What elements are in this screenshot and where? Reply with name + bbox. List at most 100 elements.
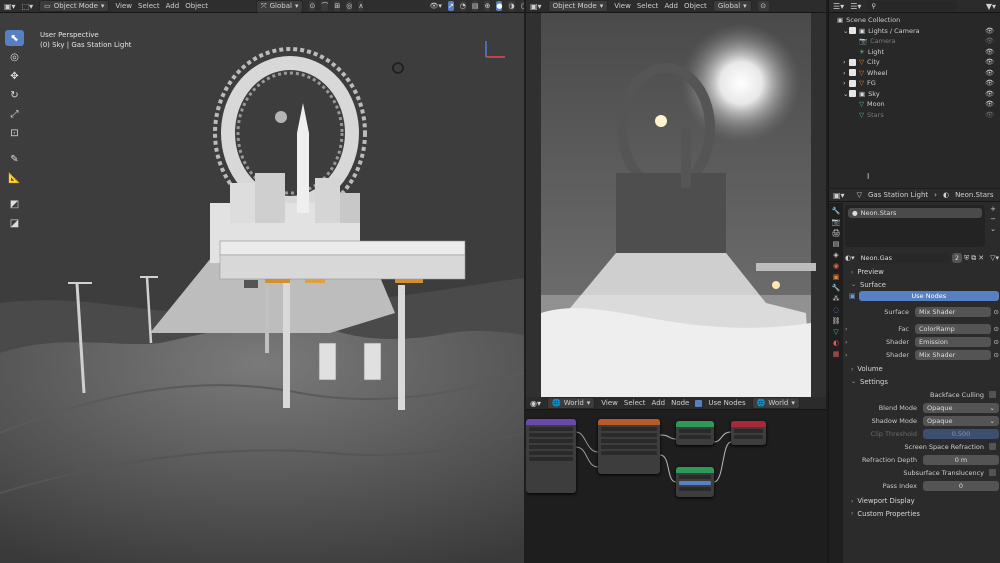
move-tool-icon[interactable]: ✥ (5, 68, 24, 84)
render-tab-icon[interactable]: 📷 (832, 218, 841, 226)
render-mode-dropdown[interactable]: Object Mode ▾ (547, 0, 609, 12)
menu-select[interactable]: Select (138, 2, 160, 10)
snap-target-icon[interactable]: ⊞ (334, 1, 341, 11)
rotate-tool-icon[interactable]: ↻ (5, 87, 24, 103)
render-menu-add[interactable]: Add (664, 2, 678, 10)
node-image-texture[interactable] (598, 419, 660, 474)
outliner-item[interactable]: ⌄ ▣ Sky 👁 (829, 89, 1000, 100)
annotate-tool-icon[interactable]: ✎ (5, 151, 24, 167)
falloff-icon[interactable]: ∧ (358, 1, 364, 11)
link-icon[interactable]: ⊙ (994, 308, 999, 316)
panel-viewport-display[interactable]: › Viewport Display (845, 495, 999, 508)
outliner-item[interactable]: › ▽ City 👁 (829, 57, 1000, 68)
subsurface-translucency-checkbox[interactable] (989, 469, 996, 476)
panel-preview[interactable]: › Preview (845, 266, 999, 279)
transform-tool-icon[interactable]: ⊡ (5, 125, 24, 141)
visibility-eye-icon[interactable]: 👁 (985, 111, 994, 119)
surface-input-field[interactable]: Emission (915, 336, 991, 347)
render-orientation-dropdown[interactable]: Global ▾ (712, 0, 752, 12)
shadow-mode-dropdown[interactable]: Opaque ⌄ (923, 415, 999, 426)
particles-tab-icon[interactable]: ⁂ (833, 295, 840, 303)
visibility-eye-icon[interactable]: 👁 (985, 90, 994, 98)
constraints-tab-icon[interactable]: ⛓ (832, 317, 841, 325)
duplicate-icon[interactable]: ⧉ (971, 254, 976, 263)
menu-view[interactable]: View (115, 2, 132, 10)
visibility-eye-icon[interactable]: 👁 (985, 69, 994, 77)
data-tab-icon[interactable]: ▽ (833, 328, 838, 336)
shading-solid-icon[interactable]: ● (496, 1, 503, 11)
visibility-eye-icon[interactable]: 👁 (985, 37, 994, 45)
panel-custom-properties[interactable]: › Custom Properties (845, 508, 999, 521)
slot-menu-icon[interactable]: ⌄ (990, 225, 996, 233)
outliner-item[interactable]: › ▽ Wheel 👁 (829, 68, 1000, 79)
left-viewport[interactable]: ▣▾ ⬚▾ ▭ Object Mode ▾ View Select Add Obje… (0, 0, 524, 563)
menu-add[interactable]: Add (166, 2, 180, 10)
visibility-eye-icon[interactable]: 👁 (985, 27, 994, 35)
panel-volume[interactable]: › Volume (845, 363, 999, 376)
use-nodes-button[interactable]: Use Nodes (858, 291, 999, 301)
shading-material-icon[interactable]: ◑ (508, 1, 515, 11)
collection-checkbox[interactable] (849, 27, 856, 35)
link-icon[interactable]: ⊙ (994, 325, 999, 333)
scene-collection-row[interactable]: ▣ Scene Collection (829, 15, 1000, 26)
outliner-item[interactable]: ▽ Moon 👁 (829, 99, 1000, 110)
properties-type-icon[interactable]: ▣▾ (833, 191, 845, 200)
outliner-item[interactable]: 📷 Camera 👁 (829, 36, 1000, 47)
surface-input-field[interactable]: ColorRamp (915, 323, 991, 334)
node-world-output[interactable] (731, 421, 766, 445)
display-mode-icon[interactable]: ☰▾ (850, 2, 861, 11)
expand-icon[interactable]: › (845, 338, 853, 346)
outliner-item[interactable]: › ▽ FG 👁 (829, 78, 1000, 89)
remove-slot-icon[interactable]: − (990, 215, 996, 223)
tool-tab-icon[interactable]: 🔧 (832, 207, 841, 215)
scale-tool-icon[interactable]: ⤢ (5, 106, 24, 122)
refraction-depth-field[interactable]: 0 m (923, 454, 999, 465)
backface-culling-checkbox[interactable] (989, 391, 996, 398)
modifier-tab-icon[interactable]: 🔧 (832, 284, 841, 292)
collection-checkbox[interactable] (849, 79, 856, 87)
render-pivot-icon[interactable]: ⊙ (757, 1, 769, 11)
screen-space-refraction-checkbox[interactable] (989, 443, 996, 450)
mode-dropdown[interactable]: ▭ Object Mode ▾ (39, 0, 110, 12)
object-tab-icon[interactable]: ▣ (833, 273, 840, 281)
overlay-icon[interactable]: ◔ (459, 1, 466, 11)
visibility-eye-icon[interactable]: 👁 (985, 58, 994, 66)
node-background[interactable] (676, 421, 714, 445)
browse-material-icon[interactable]: ◐▾ (845, 254, 855, 262)
outliner-type-icon[interactable]: ☰▾ (833, 2, 844, 11)
render-menu-select[interactable]: Select (637, 2, 659, 10)
select-box-icon[interactable]: ⬚▾ (22, 2, 34, 11)
visibility-eye-icon[interactable]: 👁 (985, 79, 994, 87)
output-tab-icon[interactable]: 🖨 (832, 229, 841, 237)
filter-icon[interactable]: ▼▾ (986, 2, 996, 11)
render-viewport[interactable]: ▣▾ Object Mode ▾ View Select Add Object G… (526, 0, 826, 397)
slot-list[interactable]: ● Neon.Stars (845, 205, 985, 247)
expand-icon[interactable]: › (845, 325, 853, 333)
render-editor-type-icon[interactable]: ▣▾ (530, 2, 542, 11)
orientation-dropdown[interactable]: ⤧ Global ▾ (256, 0, 304, 13)
render-menu-view[interactable]: View (614, 2, 631, 10)
fake-user-icon[interactable]: ⛨ (964, 254, 969, 263)
scene-tab-icon[interactable]: ◈ (833, 251, 838, 259)
expand-icon[interactable]: › (845, 351, 853, 359)
editor-type-icon[interactable]: ▣▾ (4, 2, 16, 11)
link-icon[interactable]: ⊙ (994, 338, 999, 346)
material-tab-icon[interactable]: ◐ (833, 339, 839, 347)
collection-checkbox[interactable] (849, 58, 856, 66)
select-tool-icon[interactable]: ⬉ (5, 30, 24, 46)
menu-object[interactable]: Object (185, 2, 208, 10)
outliner-search-input[interactable]: ⚲ (867, 1, 958, 11)
world-tab-icon[interactable]: ◉ (833, 262, 839, 270)
pivot-icon[interactable]: ⊙ (309, 1, 316, 11)
surface-input-field[interactable]: Mix Shader (915, 306, 991, 317)
add-cube-tool-icon[interactable]: ◩ (5, 196, 24, 212)
slot-item[interactable]: ● Neon.Stars (848, 208, 982, 218)
measure-tool-icon[interactable]: 📐 (5, 170, 24, 186)
outliner-item[interactable]: ☀ Light 👁 (829, 47, 1000, 58)
proportional-icon[interactable]: ◎ (346, 1, 353, 11)
xray-icon[interactable]: ▤ (471, 1, 479, 11)
collection-checkbox[interactable] (849, 69, 856, 77)
physics-tab-icon[interactable]: ◌ (833, 306, 839, 314)
visibility-icon[interactable]: 👁▾ (429, 2, 441, 10)
visibility-eye-icon[interactable]: 👁 (985, 100, 994, 108)
